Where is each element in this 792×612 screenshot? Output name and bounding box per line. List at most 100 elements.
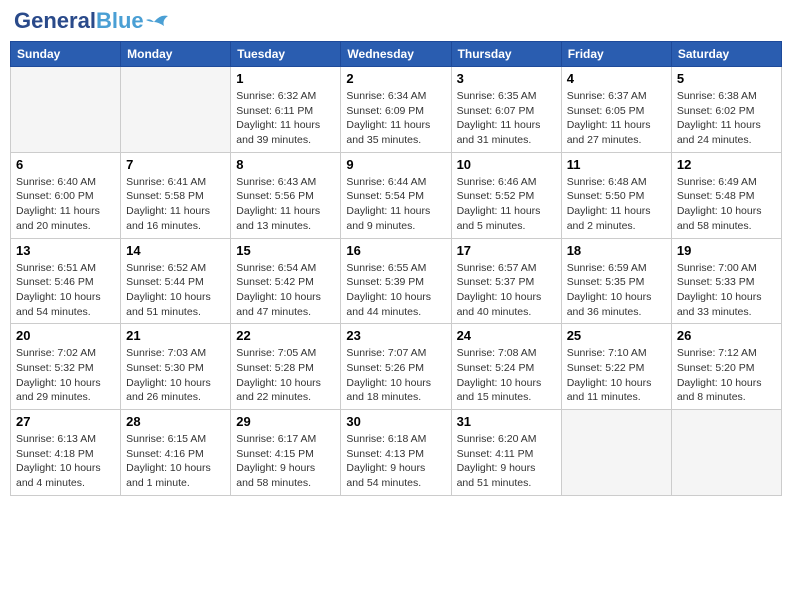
calendar-cell: 1 Sunrise: 6:32 AM Sunset: 6:11 PM Daylig…	[231, 67, 341, 153]
calendar-cell	[121, 67, 231, 153]
day-number: 17	[457, 243, 556, 258]
day-info: Sunrise: 6:20 AM Sunset: 4:11 PM Dayligh…	[457, 432, 556, 491]
calendar-week-row: 13 Sunrise: 6:51 AM Sunset: 5:46 PM Dayli…	[11, 238, 782, 324]
day-info: Sunrise: 6:49 AM Sunset: 5:48 PM Dayligh…	[677, 175, 776, 234]
calendar-week-row: 1 Sunrise: 6:32 AM Sunset: 6:11 PM Daylig…	[11, 67, 782, 153]
calendar-cell: 8Sunrise: 6:43 AM Sunset: 5:56 PM Daylig…	[231, 152, 341, 238]
calendar-cell: 18 Sunrise: 6:59 AM Sunset: 5:35 PM Dayli…	[561, 238, 671, 324]
calendar-cell	[671, 410, 781, 496]
day-number: 1	[236, 71, 335, 86]
day-number: 2	[346, 71, 445, 86]
day-info: Sunrise: 6:38 AM Sunset: 6:02 PM Dayligh…	[677, 89, 776, 148]
day-number: 31	[457, 414, 556, 429]
day-number: 16	[346, 243, 445, 258]
day-info: Sunrise: 6:52 AM Sunset: 5:44 PM Dayligh…	[126, 261, 225, 320]
logo: GeneralBlue	[14, 10, 168, 33]
day-info: Sunrise: 6:43 AM Sunset: 5:56 PM Dayligh…	[236, 175, 335, 234]
day-number: 20	[16, 328, 115, 343]
calendar-cell: 24 Sunrise: 7:08 AM Sunset: 5:24 PM Dayli…	[451, 324, 561, 410]
day-info: Sunrise: 6:48 AM Sunset: 5:50 PM Dayligh…	[567, 175, 666, 234]
day-number: 25	[567, 328, 666, 343]
day-number: 26	[677, 328, 776, 343]
day-info: Sunrise: 7:02 AM Sunset: 5:32 PM Dayligh…	[16, 346, 115, 405]
calendar-cell: 20 Sunrise: 7:02 AM Sunset: 5:32 PM Dayli…	[11, 324, 121, 410]
calendar-cell: 10 Sunrise: 6:46 AM Sunset: 5:52 PM Dayli…	[451, 152, 561, 238]
calendar-week-row: 6 Sunrise: 6:40 AM Sunset: 6:00 PM Daylig…	[11, 152, 782, 238]
day-number: 18	[567, 243, 666, 258]
calendar-cell: 23Sunrise: 7:07 AM Sunset: 5:26 PM Dayli…	[341, 324, 451, 410]
calendar-cell: 25 Sunrise: 7:10 AM Sunset: 5:22 PM Dayli…	[561, 324, 671, 410]
calendar-cell: 2 Sunrise: 6:34 AM Sunset: 6:09 PM Daylig…	[341, 67, 451, 153]
day-info: Sunrise: 7:08 AM Sunset: 5:24 PM Dayligh…	[457, 346, 556, 405]
day-number: 11	[567, 157, 666, 172]
calendar-cell: 4 Sunrise: 6:37 AM Sunset: 6:05 PM Daylig…	[561, 67, 671, 153]
day-number: 10	[457, 157, 556, 172]
weekday-header-wednesday: Wednesday	[341, 42, 451, 67]
day-info: Sunrise: 6:32 AM Sunset: 6:11 PM Dayligh…	[236, 89, 335, 148]
day-info: Sunrise: 6:54 AM Sunset: 5:42 PM Dayligh…	[236, 261, 335, 320]
day-number: 3	[457, 71, 556, 86]
calendar-cell: 12 Sunrise: 6:49 AM Sunset: 5:48 PM Dayli…	[671, 152, 781, 238]
day-number: 29	[236, 414, 335, 429]
calendar-cell	[561, 410, 671, 496]
day-info: Sunrise: 6:34 AM Sunset: 6:09 PM Dayligh…	[346, 89, 445, 148]
calendar-cell: 15 Sunrise: 6:54 AM Sunset: 5:42 PM Dayli…	[231, 238, 341, 324]
calendar-cell: 21Sunrise: 7:03 AM Sunset: 5:30 PM Dayli…	[121, 324, 231, 410]
day-number: 28	[126, 414, 225, 429]
day-number: 22	[236, 328, 335, 343]
day-info: Sunrise: 7:05 AM Sunset: 5:28 PM Dayligh…	[236, 346, 335, 405]
day-info: Sunrise: 6:59 AM Sunset: 5:35 PM Dayligh…	[567, 261, 666, 320]
day-info: Sunrise: 6:18 AM Sunset: 4:13 PM Dayligh…	[346, 432, 445, 491]
calendar-cell: 19Sunrise: 7:00 AM Sunset: 5:33 PM Dayli…	[671, 238, 781, 324]
calendar-week-row: 20 Sunrise: 7:02 AM Sunset: 5:32 PM Dayli…	[11, 324, 782, 410]
day-info: Sunrise: 6:46 AM Sunset: 5:52 PM Dayligh…	[457, 175, 556, 234]
day-info: Sunrise: 6:13 AM Sunset: 4:18 PM Dayligh…	[16, 432, 115, 491]
calendar-cell: 9Sunrise: 6:44 AM Sunset: 5:54 PM Daylig…	[341, 152, 451, 238]
day-number: 27	[16, 414, 115, 429]
calendar-cell: 28Sunrise: 6:15 AM Sunset: 4:16 PM Dayli…	[121, 410, 231, 496]
calendar-cell: 6 Sunrise: 6:40 AM Sunset: 6:00 PM Daylig…	[11, 152, 121, 238]
calendar-week-row: 27 Sunrise: 6:13 AM Sunset: 4:18 PM Dayli…	[11, 410, 782, 496]
calendar-cell: 16Sunrise: 6:55 AM Sunset: 5:39 PM Dayli…	[341, 238, 451, 324]
day-info: Sunrise: 7:00 AM Sunset: 5:33 PM Dayligh…	[677, 261, 776, 320]
day-number: 21	[126, 328, 225, 343]
day-info: Sunrise: 6:17 AM Sunset: 4:15 PM Dayligh…	[236, 432, 335, 491]
day-info: Sunrise: 6:37 AM Sunset: 6:05 PM Dayligh…	[567, 89, 666, 148]
day-info: Sunrise: 6:40 AM Sunset: 6:00 PM Dayligh…	[16, 175, 115, 234]
calendar-cell: 22 Sunrise: 7:05 AM Sunset: 5:28 PM Dayli…	[231, 324, 341, 410]
calendar-cell: 17 Sunrise: 6:57 AM Sunset: 5:37 PM Dayli…	[451, 238, 561, 324]
weekday-header-sunday: Sunday	[11, 42, 121, 67]
day-number: 9	[346, 157, 445, 172]
page-header: GeneralBlue	[10, 10, 782, 33]
weekday-header-thursday: Thursday	[451, 42, 561, 67]
day-number: 5	[677, 71, 776, 86]
calendar-cell: 7Sunrise: 6:41 AM Sunset: 5:58 PM Daylig…	[121, 152, 231, 238]
day-info: Sunrise: 6:41 AM Sunset: 5:58 PM Dayligh…	[126, 175, 225, 234]
calendar-cell: 14 Sunrise: 6:52 AM Sunset: 5:44 PM Dayli…	[121, 238, 231, 324]
calendar-cell: 13 Sunrise: 6:51 AM Sunset: 5:46 PM Dayli…	[11, 238, 121, 324]
logo-text: GeneralBlue	[14, 8, 144, 33]
day-number: 4	[567, 71, 666, 86]
day-number: 14	[126, 243, 225, 258]
day-info: Sunrise: 6:35 AM Sunset: 6:07 PM Dayligh…	[457, 89, 556, 148]
day-number: 6	[16, 157, 115, 172]
day-number: 15	[236, 243, 335, 258]
calendar-cell: 30 Sunrise: 6:18 AM Sunset: 4:13 PM Dayli…	[341, 410, 451, 496]
day-number: 24	[457, 328, 556, 343]
calendar-cell	[11, 67, 121, 153]
logo-bird-icon	[146, 12, 168, 32]
day-number: 13	[16, 243, 115, 258]
calendar-cell: 3 Sunrise: 6:35 AM Sunset: 6:07 PM Daylig…	[451, 67, 561, 153]
calendar-cell: 31 Sunrise: 6:20 AM Sunset: 4:11 PM Dayli…	[451, 410, 561, 496]
day-number: 23	[346, 328, 445, 343]
calendar-cell: 29 Sunrise: 6:17 AM Sunset: 4:15 PM Dayli…	[231, 410, 341, 496]
calendar-cell: 11 Sunrise: 6:48 AM Sunset: 5:50 PM Dayli…	[561, 152, 671, 238]
day-info: Sunrise: 6:57 AM Sunset: 5:37 PM Dayligh…	[457, 261, 556, 320]
day-number: 12	[677, 157, 776, 172]
day-info: Sunrise: 7:10 AM Sunset: 5:22 PM Dayligh…	[567, 346, 666, 405]
day-info: Sunrise: 6:51 AM Sunset: 5:46 PM Dayligh…	[16, 261, 115, 320]
day-number: 30	[346, 414, 445, 429]
calendar-cell: 5 Sunrise: 6:38 AM Sunset: 6:02 PM Daylig…	[671, 67, 781, 153]
calendar-table: SundayMondayTuesdayWednesdayThursdayFrid…	[10, 41, 782, 496]
weekday-header-row: SundayMondayTuesdayWednesdayThursdayFrid…	[11, 42, 782, 67]
